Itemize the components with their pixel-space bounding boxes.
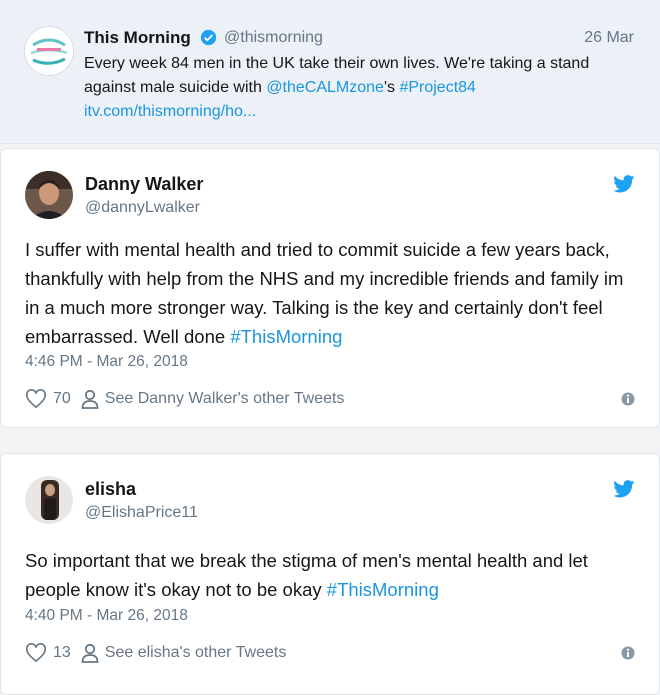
twitter-bird-icon[interactable] xyxy=(613,175,635,193)
hashtag-link[interactable]: #ThisMorning xyxy=(327,579,439,600)
verified-badge-icon xyxy=(200,29,217,46)
tweet-card: elisha @ElishaPrice11 So important that … xyxy=(0,453,660,695)
person-icon xyxy=(81,643,99,663)
avatar[interactable] xyxy=(25,476,73,524)
author-name[interactable]: Danny Walker xyxy=(85,174,203,195)
user-photo-icon xyxy=(25,171,73,219)
quoted-author-name[interactable]: This Morning xyxy=(84,28,191,48)
tweet-actions: 13 See elisha's other Tweets xyxy=(25,641,286,665)
like-count[interactable]: 13 xyxy=(53,644,71,662)
hashtag-link[interactable]: #Project84 xyxy=(399,79,476,96)
tweet-text: I suffer with mental health and tried to… xyxy=(25,235,635,351)
author-handle[interactable]: @ElishaPrice11 xyxy=(85,504,198,522)
other-tweets-link[interactable]: See Danny Walker's other Tweets xyxy=(105,390,345,408)
info-icon[interactable] xyxy=(621,646,635,660)
quoted-tweet[interactable]: This Morning @thismorning 26 Mar Every w… xyxy=(0,0,660,144)
author-name[interactable]: elisha xyxy=(85,479,136,500)
like-count[interactable]: 70 xyxy=(53,390,71,408)
heart-icon[interactable] xyxy=(25,643,47,663)
mention-link[interactable]: @theCALMzone xyxy=(266,79,384,96)
tweet-card: Danny Walker @dannyLwalker I suffer with… xyxy=(0,148,660,428)
avatar[interactable] xyxy=(25,171,73,219)
other-tweets-link[interactable]: See elisha's other Tweets xyxy=(105,644,287,662)
quoted-tweet-date[interactable]: 26 Mar xyxy=(584,29,634,47)
quoted-author-handle[interactable]: @thismorning xyxy=(224,29,323,47)
quoted-text-mid: 's xyxy=(383,79,400,96)
author-handle[interactable]: @dannyLwalker xyxy=(85,199,200,217)
tweet-text: So important that we break the stigma of… xyxy=(25,546,635,604)
heart-icon[interactable] xyxy=(25,389,47,409)
user-photo-icon xyxy=(25,476,73,524)
quoted-tweet-text: Every week 84 men in the UK take their o… xyxy=(84,52,624,124)
hashtag-link[interactable]: #ThisMorning xyxy=(230,326,342,347)
this-morning-avatar[interactable] xyxy=(24,26,74,76)
tweet-timestamp[interactable]: 4:46 PM - Mar 26, 2018 xyxy=(25,353,188,371)
article-link[interactable]: itv.com/thismorning/ho... xyxy=(84,103,256,120)
info-icon[interactable] xyxy=(621,392,635,406)
person-icon xyxy=(81,389,99,409)
tweet-actions: 70 See Danny Walker's other Tweets xyxy=(25,387,344,411)
tweet-body: So important that we break the stigma of… xyxy=(25,550,588,600)
this-morning-logo-icon xyxy=(25,27,73,75)
twitter-bird-icon[interactable] xyxy=(613,480,635,498)
tweet-timestamp[interactable]: 4:40 PM - Mar 26, 2018 xyxy=(25,607,188,625)
